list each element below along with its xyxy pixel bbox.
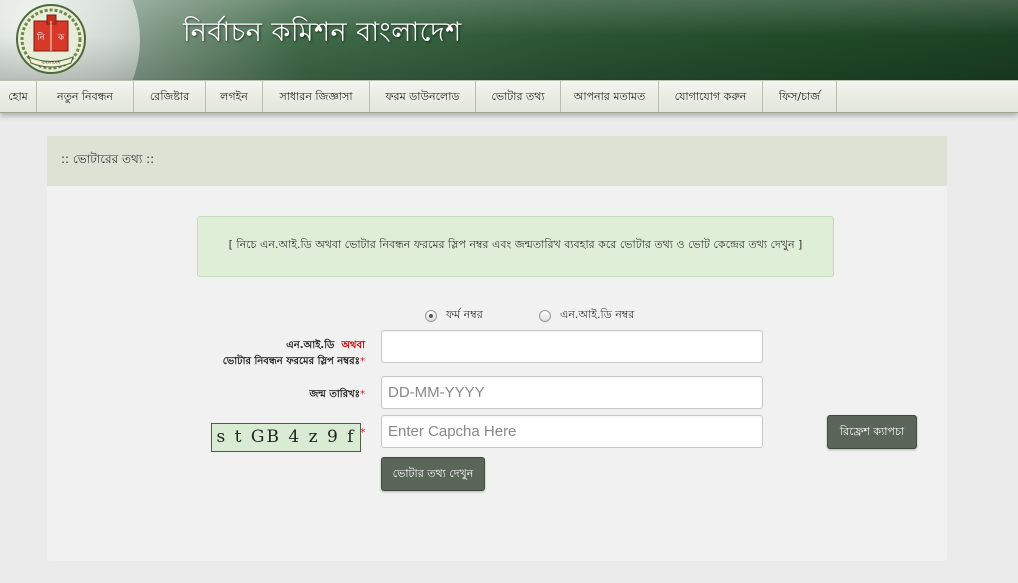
- nav-item-form-download[interactable]: ফরম ডাউনলোড: [370, 81, 476, 112]
- svg-text:বাংলাদেশ: বাংলাদেশ: [40, 60, 61, 66]
- nav-item-login[interactable]: লগইন: [206, 81, 263, 112]
- dob-label: জন্ম তারিখঃ*: [309, 389, 365, 400]
- nav-item-register[interactable]: রেজিষ্টার: [134, 81, 206, 112]
- captcha-input[interactable]: [381, 415, 763, 448]
- site-header: নি ক বাংলাদেশ নির্বাচন কমিশন বাংলাদেশ: [0, 0, 1018, 80]
- panel-heading: :: ভোটারের তথ্য ::: [47, 136, 947, 186]
- nav-item-voter-info[interactable]: ভোটার তথ্য: [476, 81, 561, 112]
- election-commission-logo-icon[interactable]: নি ক বাংলাদেশ: [14, 2, 88, 76]
- svg-text:ক: ক: [57, 33, 65, 43]
- main-nav: হোম নতুন নিবন্ধন রেজিষ্টার লগইন সাধারন জ…: [0, 80, 1018, 113]
- captcha-required-mark: *: [360, 426, 366, 439]
- radio-nid-number-button[interactable]: [539, 309, 551, 322]
- radio-nid-number-label: এন.আই.ডি নম্বর: [560, 308, 635, 321]
- info-notice: [ নিচে এন.আই.ডি অথবা ভোটার নিবন্ধন ফরমের…: [197, 216, 834, 277]
- nav-item-feedback[interactable]: আপনার মতামত: [561, 81, 659, 112]
- captcha-image: s t GB 4 z 9 f: [211, 423, 361, 452]
- id-number-input[interactable]: [381, 330, 763, 363]
- info-notice-text: [ নিচে এন.আই.ডি অথবা ভোটার নিবন্ধন ফরমের…: [228, 238, 803, 251]
- nav-item-fees[interactable]: ফিস/চার্জ: [763, 81, 837, 112]
- id-field-label: এন.আই.ডি অথবা ভোটার নিবন্ধন ফরমের স্লিপ …: [222, 340, 365, 367]
- radio-nid-number[interactable]: এন.আই.ডি নম্বর: [539, 306, 634, 325]
- or-label: অথবা: [341, 340, 365, 351]
- voter-info-panel: :: ভোটারের তথ্য :: [ নিচে এন.আই.ডি অথবা …: [47, 136, 947, 561]
- radio-form-number-button[interactable]: [425, 309, 437, 322]
- nav-item-faq[interactable]: সাধারন জিজ্ঞাসা: [263, 81, 370, 112]
- nav-item-home[interactable]: হোম: [0, 81, 37, 112]
- nav-item-contact[interactable]: যোগাযোগ করুন: [659, 81, 763, 112]
- site-title: নির্বাচন কমিশন বাংলাদেশ: [183, 17, 462, 48]
- radio-form-number[interactable]: ফর্ম নম্বর: [425, 306, 483, 325]
- svg-text:নি: নি: [36, 32, 46, 43]
- nav-item-new-registration[interactable]: নতুন নিবন্ধন: [37, 81, 134, 112]
- view-voter-info-button[interactable]: ভোটার তথ্য দেখুন: [381, 457, 485, 491]
- radio-form-number-label: ফর্ম নম্বর: [446, 308, 483, 321]
- refresh-captcha-button[interactable]: রিফ্রেশ ক্যাপচা: [827, 415, 917, 449]
- dob-input[interactable]: [381, 376, 763, 409]
